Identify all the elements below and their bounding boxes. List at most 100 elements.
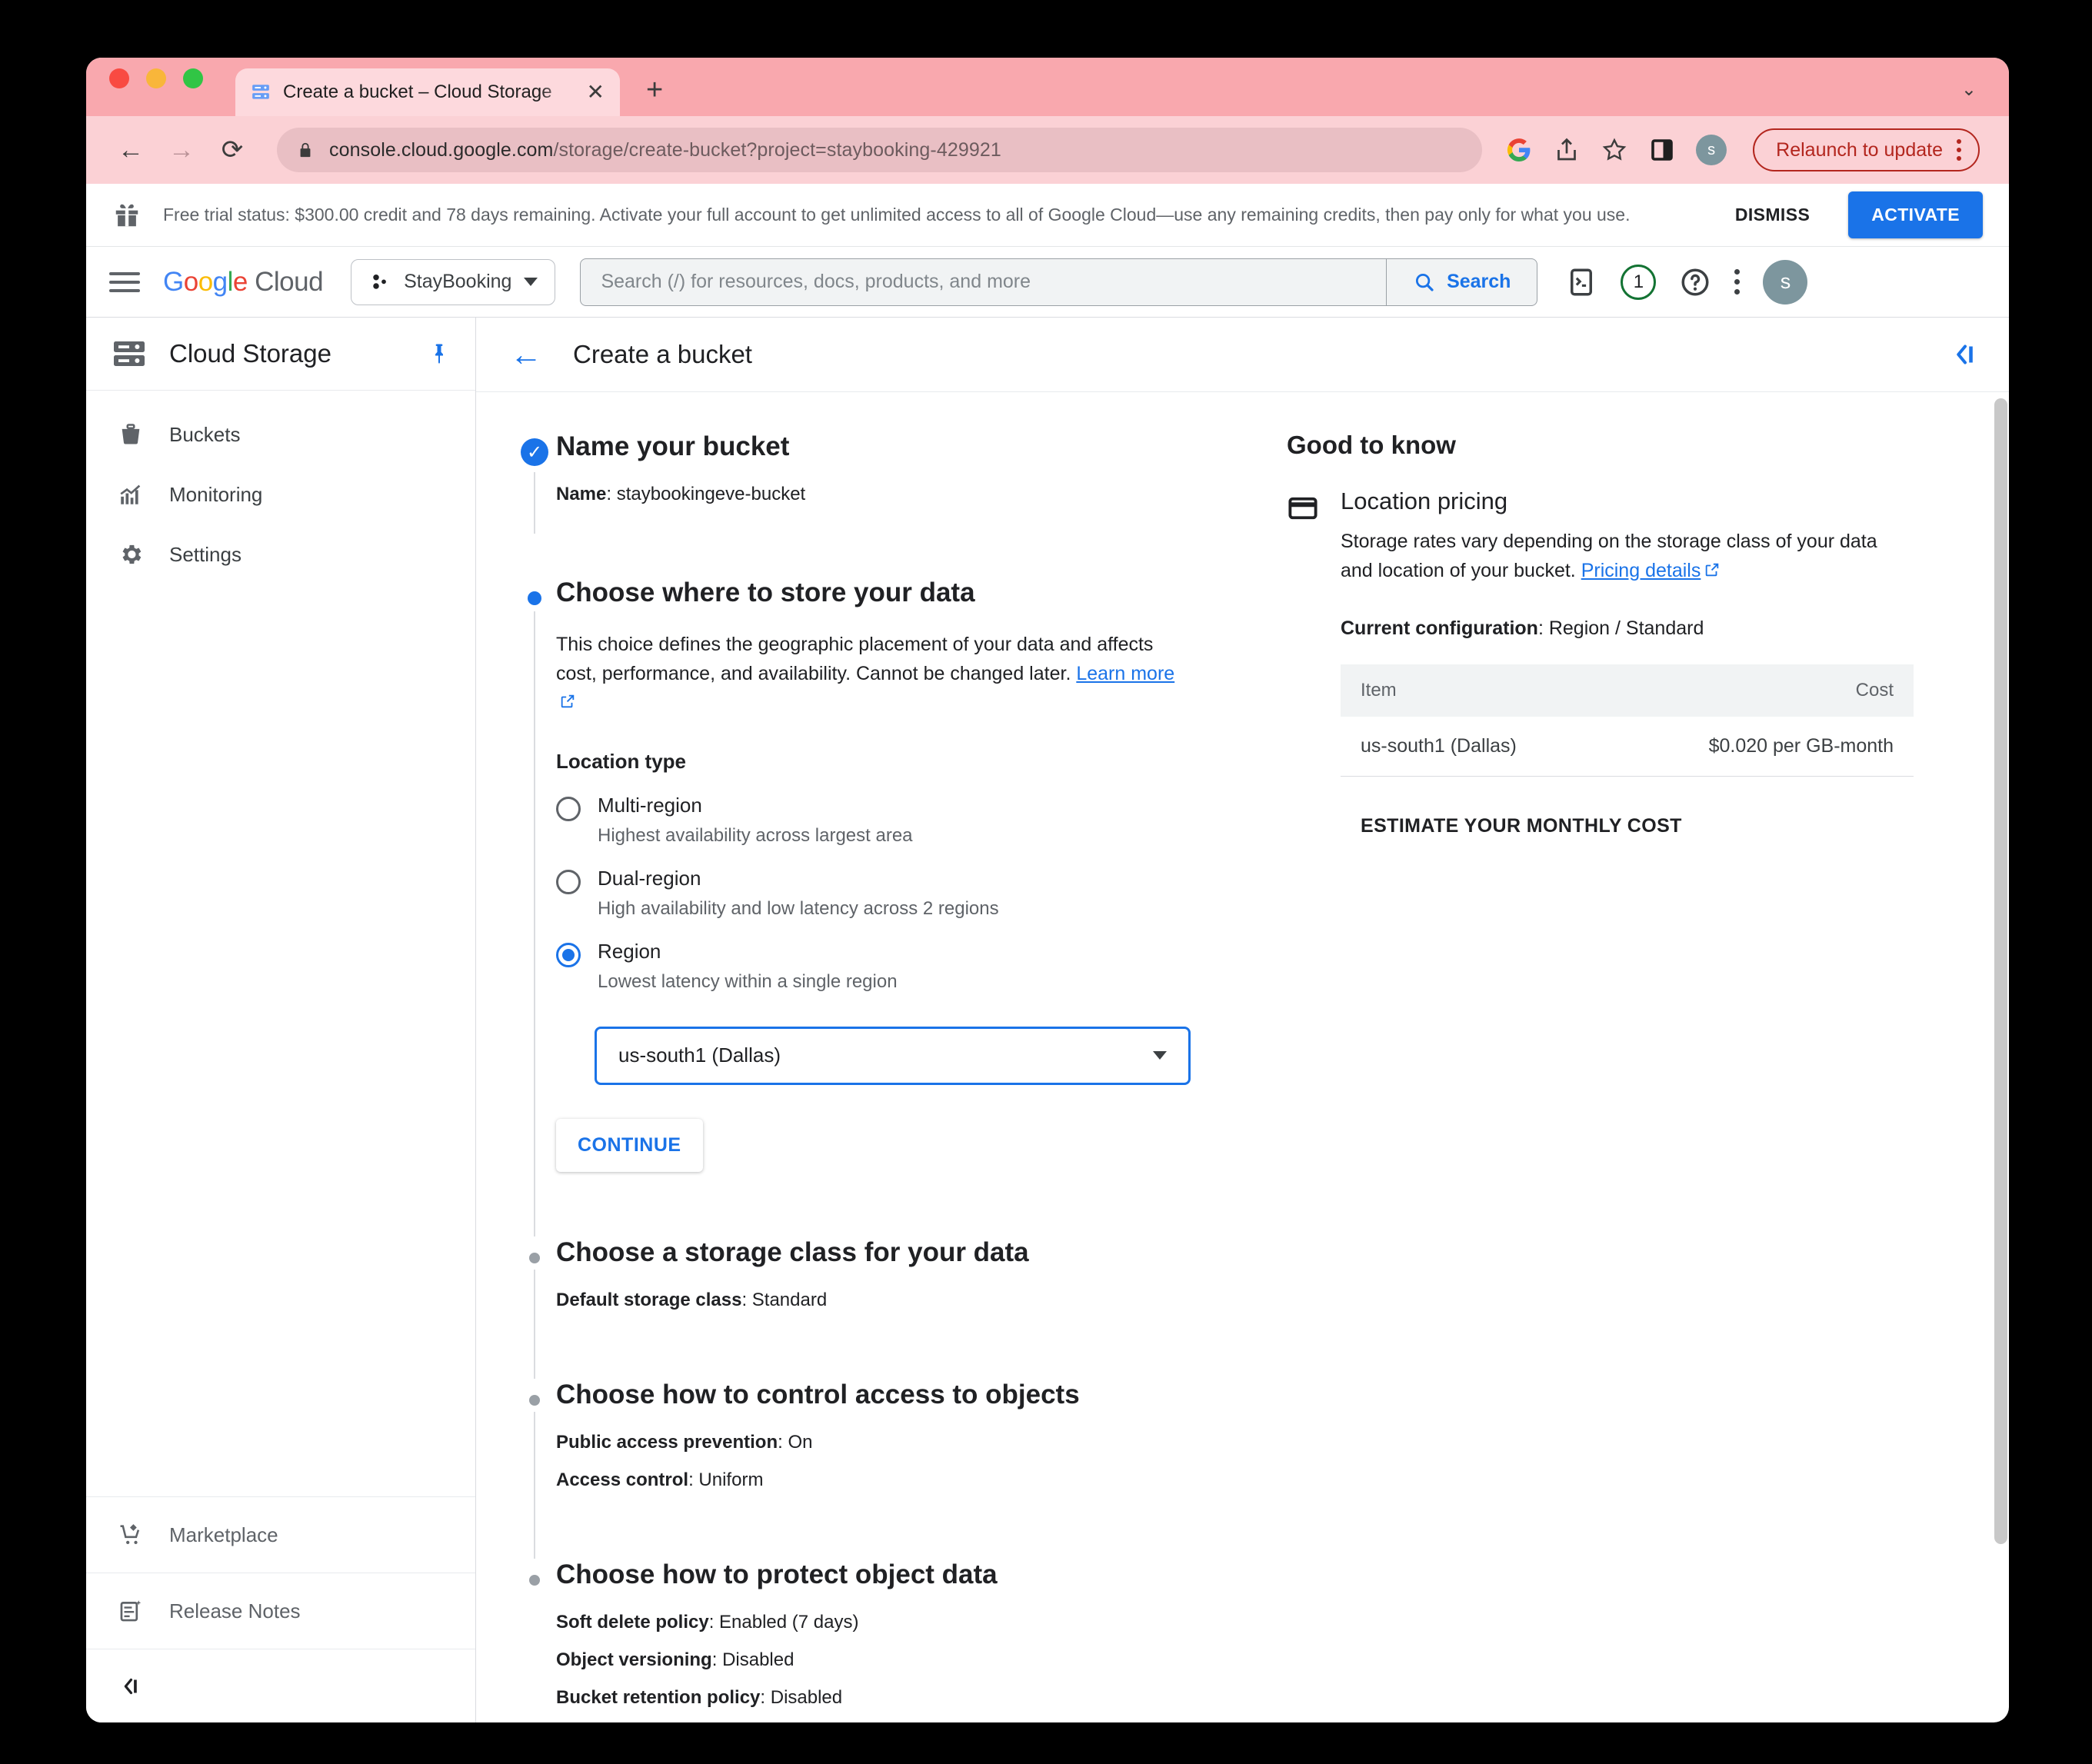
- side-panel-icon[interactable]: [1648, 136, 1676, 164]
- bookmark-star-icon[interactable]: [1601, 136, 1628, 164]
- vertical-scrollbar[interactable]: [1992, 392, 2009, 1722]
- sidebar-item-label: Release Notes: [169, 1599, 301, 1623]
- step-title[interactable]: Choose where to store your data: [556, 577, 1245, 609]
- step-summary-row: Default storage class: Standard: [556, 1286, 1245, 1314]
- external-link-icon[interactable]: [1704, 561, 1721, 578]
- radio-multi-region[interactable]: Multi-region Highest availability across…: [556, 794, 1245, 847]
- browser-tabstrip: Create a bucket – Cloud Storage ✕ + ⌄: [86, 58, 2009, 116]
- step-gutter: [513, 1559, 556, 1722]
- cloud-shell-icon[interactable]: [1565, 266, 1597, 298]
- collapse-panel-icon[interactable]: [1949, 338, 1981, 371]
- learn-more-link[interactable]: Learn more: [1076, 663, 1174, 684]
- sidebar-collapse-button[interactable]: [86, 1649, 475, 1722]
- more-options-icon[interactable]: [1734, 269, 1740, 295]
- step-bullet-idle: [529, 1253, 540, 1263]
- reload-button[interactable]: ⟳: [217, 135, 248, 165]
- region-select[interactable]: us-south1 (Dallas): [595, 1027, 1191, 1085]
- step-title[interactable]: Choose a storage class for your data: [556, 1236, 1245, 1269]
- sidebar-item-monitoring[interactable]: Monitoring: [86, 464, 475, 524]
- scrollbar-thumb[interactable]: [1994, 398, 2007, 1544]
- share-icon[interactable]: [1553, 136, 1581, 164]
- close-tab-button[interactable]: ✕: [587, 82, 605, 103]
- chevron-down-icon[interactable]: ⌄: [1961, 78, 1977, 101]
- table-row: us-south1 (Dallas) $0.020 per GB-month: [1341, 717, 1914, 777]
- forward-button[interactable]: →: [166, 135, 197, 165]
- chrome-profile-avatar[interactable]: s: [1696, 135, 1727, 165]
- step-title[interactable]: Choose how to control access to objects: [556, 1379, 1245, 1411]
- radio-label: Region: [598, 940, 661, 963]
- sidebar-product-title: Cloud Storage: [169, 339, 406, 368]
- sidebar-item-label: Settings: [169, 543, 242, 567]
- back-button[interactable]: ←: [115, 135, 146, 165]
- window-traffic-lights: [109, 58, 203, 116]
- summary-value: Standard: [752, 1290, 827, 1310]
- address-bar[interactable]: console.cloud.google.com/storage/create-…: [277, 128, 1482, 172]
- step-summary-row: Bucket retention policy: Disabled: [556, 1683, 1245, 1712]
- account-avatar[interactable]: s: [1763, 260, 1807, 305]
- search-button[interactable]: Search: [1386, 259, 1537, 305]
- radio-label: Dual-region: [598, 867, 701, 890]
- sidebar-item-marketplace[interactable]: Marketplace: [86, 1496, 475, 1573]
- radio-region[interactable]: Region Lowest latency within a single re…: [556, 940, 1245, 993]
- step-title[interactable]: Choose how to protect object data: [556, 1559, 1245, 1591]
- scroll-area: ✓ Name your bucket Name: staybookingeve-…: [476, 392, 2009, 1722]
- relaunch-label: Relaunch to update: [1776, 139, 1943, 161]
- radio-icon-selected[interactable]: [556, 943, 581, 967]
- continue-button[interactable]: CONTINUE: [556, 1119, 703, 1172]
- sidebar-item-release-notes[interactable]: Release Notes: [86, 1573, 475, 1649]
- notifications-icon[interactable]: 1: [1621, 265, 1656, 300]
- summary-value: Enabled (7 days): [719, 1612, 858, 1633]
- step-title[interactable]: Name your bucket: [556, 431, 1245, 463]
- radio-icon[interactable]: [556, 870, 581, 894]
- new-tab-button[interactable]: +: [646, 74, 663, 116]
- step-summary-row: Access control: Uniform: [556, 1466, 1245, 1494]
- free-trial-banner: Free trial status: $300.00 credit and 78…: [86, 184, 2009, 247]
- release-notes-icon: [117, 1597, 145, 1625]
- sidebar-header: Cloud Storage: [86, 318, 475, 391]
- estimate-monthly-cost-button[interactable]: ESTIMATE YOUR MONTHLY COST: [1361, 815, 1682, 837]
- summary-label: Name: [556, 484, 606, 504]
- sidebar-item-settings[interactable]: Settings: [86, 524, 475, 584]
- page-title: Create a bucket: [573, 340, 1918, 369]
- minimize-window-button[interactable]: [146, 68, 166, 88]
- pin-icon[interactable]: [428, 341, 451, 367]
- step-body: Choose a storage class for your data Def…: [556, 1236, 1245, 1379]
- credit-card-icon: [1287, 492, 1319, 524]
- sidebar-item-label: Monitoring: [169, 483, 262, 507]
- step-rail: [534, 472, 535, 534]
- back-arrow-icon[interactable]: ←: [510, 338, 542, 371]
- radio-icon[interactable]: [556, 797, 581, 821]
- activate-button[interactable]: ACTIVATE: [1848, 191, 1983, 238]
- summary-value: On: [788, 1432, 812, 1453]
- step-access-control: Choose how to control access to objects …: [513, 1379, 1245, 1559]
- help-icon[interactable]: [1679, 266, 1711, 298]
- radio-dual-region[interactable]: Dual-region High availability and low la…: [556, 867, 1245, 920]
- google-icon[interactable]: [1505, 136, 1533, 164]
- search-input[interactable]: [581, 271, 1386, 293]
- chrome-menu-icon[interactable]: [1957, 139, 1961, 161]
- lock-icon: [297, 139, 314, 161]
- sidebar-nav: Buckets Monitoring: [86, 391, 475, 1496]
- dismiss-button[interactable]: DISMISS: [1718, 194, 1827, 236]
- browser-tab[interactable]: Create a bucket – Cloud Storage ✕: [235, 68, 620, 116]
- maximize-window-button[interactable]: [183, 68, 203, 88]
- column-header-cost: Cost: [1607, 664, 1914, 717]
- gcp-top-bar: Google Cloud StayBooking Search: [86, 247, 2009, 318]
- relaunch-to-update-button[interactable]: Relaunch to update: [1753, 128, 1980, 171]
- project-selector[interactable]: StayBooking: [351, 259, 555, 305]
- step-description-text: This choice defines the geographic place…: [556, 634, 1153, 684]
- step-bullet-idle: [529, 1575, 540, 1586]
- location-pricing-text: Storage rates vary depending on the stor…: [1341, 528, 1902, 585]
- step-summary-row: Public access prevention: On: [556, 1428, 1245, 1456]
- external-link-icon[interactable]: [559, 693, 576, 710]
- summary-label: Public access prevention: [556, 1432, 778, 1453]
- bucket-icon: [117, 421, 145, 448]
- pricing-details-link[interactable]: Pricing details: [1581, 560, 1701, 581]
- google-cloud-logo[interactable]: Google Cloud: [163, 267, 323, 298]
- close-window-button[interactable]: [109, 68, 129, 88]
- step-protect-object-data: Choose how to protect object data Soft d…: [513, 1559, 1245, 1722]
- hamburger-icon[interactable]: [109, 272, 140, 292]
- sidebar-item-buckets[interactable]: Buckets: [86, 404, 475, 464]
- current-configuration: Current configuration: Region / Standard: [1341, 617, 1914, 640]
- step-gutter: [513, 1379, 556, 1559]
